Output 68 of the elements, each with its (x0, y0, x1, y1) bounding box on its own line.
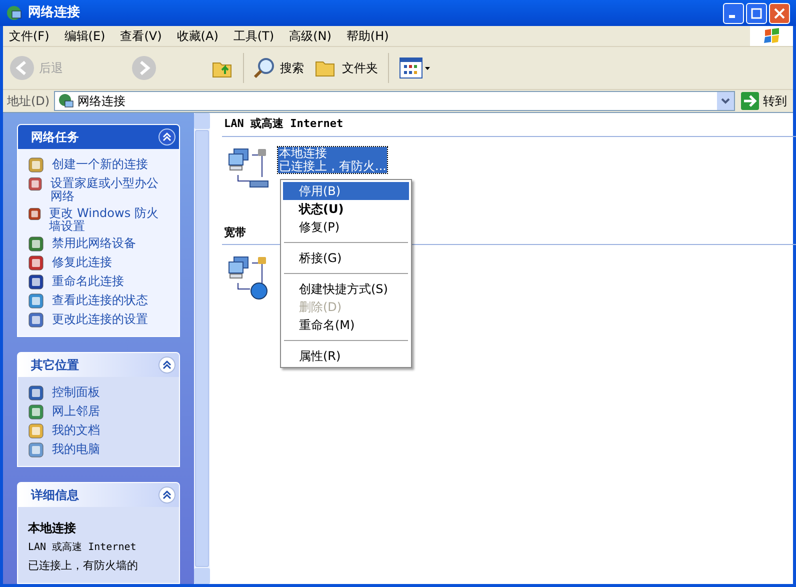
collapse-icon[interactable] (158, 486, 176, 504)
search-icon (252, 56, 276, 80)
address-field[interactable]: 网络连接 (54, 91, 735, 111)
task-link[interactable]: 更改此连接的设置 (52, 312, 148, 326)
menu-item[interactable]: 高级(N) (283, 27, 338, 45)
network-icon (6, 5, 22, 21)
task-link[interactable]: 网上邻居 (52, 404, 100, 418)
task-icon (28, 176, 42, 192)
context-menu-item[interactable]: 重命名(M) (283, 316, 409, 334)
close-button[interactable] (769, 2, 790, 24)
details-type: LAN 或高速 Internet (28, 540, 138, 555)
menu-item[interactable]: 收藏(A) (170, 27, 224, 45)
task-icon (28, 236, 44, 252)
dropdown-icon[interactable] (717, 92, 734, 110)
search-button[interactable]: 搜索 (252, 56, 304, 80)
context-menu-item[interactable]: 桥接(G) (283, 249, 409, 267)
task-icon (28, 274, 44, 290)
details-name: 本地连接 (28, 520, 77, 537)
task-link[interactable]: 更改 Windows 防火墙设置 (49, 206, 169, 233)
task-icon (28, 255, 44, 271)
network-icon (58, 93, 74, 109)
windows-logo-icon (762, 28, 780, 44)
address-value: 网络连接 (78, 93, 127, 110)
task-icon (28, 206, 42, 222)
task-link[interactable]: 查看此连接的状态 (52, 293, 148, 307)
connection-text: 本地连接 (279, 146, 328, 160)
collapse-icon[interactable] (158, 356, 176, 374)
go-arrow-icon (741, 92, 759, 110)
task-icon (28, 293, 44, 309)
menu-item[interactable]: 文件(F) (3, 27, 56, 45)
minimize-icon (729, 15, 735, 18)
task-icon (28, 442, 44, 458)
close-icon (774, 8, 785, 18)
menu-item[interactable]: 查看(V) (114, 27, 168, 45)
collapse-icon[interactable] (158, 128, 176, 146)
menu-item[interactable]: 帮助(H) (340, 27, 395, 45)
task-link[interactable]: 我的文档 (52, 423, 100, 437)
task-link[interactable]: 控制面板 (52, 385, 100, 399)
task-link[interactable]: 设置家庭或小型办公网络 (50, 176, 169, 203)
task-icon (28, 423, 44, 439)
maximize-button[interactable] (746, 2, 767, 24)
menu-item[interactable]: 编辑(E) (58, 27, 112, 45)
context-menu-item[interactable]: 创建快捷方式(S) (283, 280, 409, 298)
context-menu-item[interactable]: 属性(R) (283, 347, 409, 365)
views-icon (399, 57, 431, 79)
connection-label[interactable]: 本地连接 已连接上，有防火... (278, 146, 388, 172)
task-link[interactable]: 重命名此连接 (52, 274, 124, 288)
task-icon (28, 312, 44, 328)
folders-button[interactable]: 文件夹 (314, 56, 378, 80)
maximize-icon (751, 8, 762, 18)
views-button[interactable] (399, 57, 431, 79)
group-header: LAN 或高速 Internet (222, 116, 796, 136)
go-button[interactable]: 转到 (739, 92, 789, 110)
minimize-button[interactable] (723, 2, 744, 24)
details-status: 已连接上，有防火墙的 (28, 558, 139, 574)
context-menu-item[interactable]: 停用(B) (283, 182, 409, 200)
context-menu-item[interactable]: 状态(U) (283, 200, 409, 218)
task-icon (28, 157, 44, 173)
task-icon (28, 385, 44, 401)
task-link[interactable]: 我的电脑 (52, 442, 100, 456)
connection-text: 已连接上，有防火... (279, 160, 386, 172)
task-link[interactable]: 禁用此网络设备 (52, 236, 136, 250)
window-title: 网络连接 (28, 4, 80, 22)
task-link[interactable]: 创建一个新的连接 (52, 157, 148, 171)
address-label: 地址(D) (7, 93, 50, 110)
task-link[interactable]: 修复此连接 (52, 255, 112, 269)
menu-item[interactable]: 工具(T) (227, 27, 280, 45)
task-icon (28, 404, 44, 420)
